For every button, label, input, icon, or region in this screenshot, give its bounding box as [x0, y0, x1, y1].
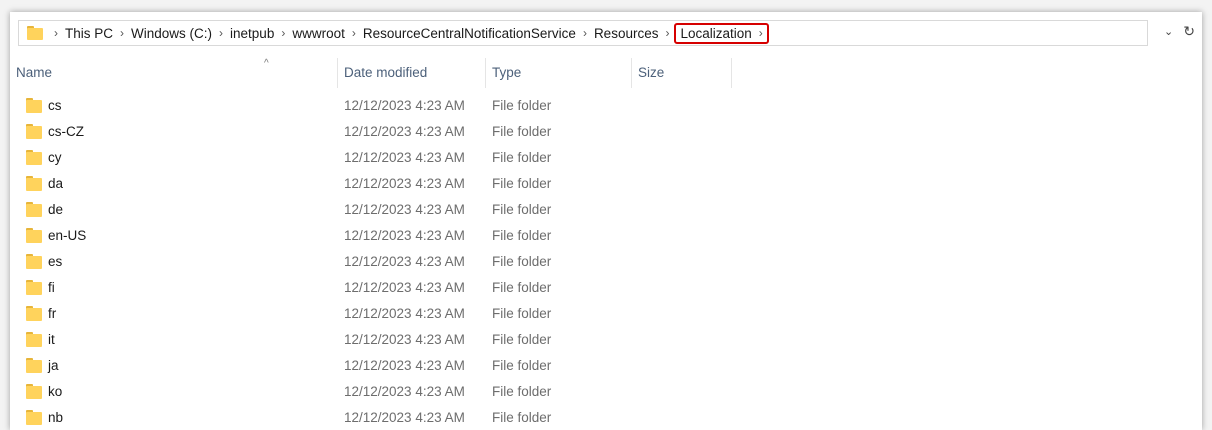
file-name: fi — [48, 280, 55, 295]
list-item[interactable]: cs-CZ 12/12/2023 4:23 AM File folder — [10, 119, 1202, 145]
file-date-modified: 12/12/2023 4:23 AM — [344, 176, 465, 191]
breadcrumb-separator-icon[interactable]: › — [352, 26, 356, 40]
folder-icon — [26, 124, 42, 139]
file-type: File folder — [492, 98, 552, 113]
list-item[interactable]: ko 12/12/2023 4:23 AM File folder — [10, 379, 1202, 405]
file-name: de — [48, 202, 64, 217]
file-date-modified: 12/12/2023 4:23 AM — [344, 384, 465, 399]
file-name: fr — [48, 306, 57, 321]
file-list: cs 12/12/2023 4:23 AM File folder cs-CZ 12/1… — [10, 93, 1202, 430]
file-type: File folder — [492, 280, 552, 295]
file-type: File folder — [492, 332, 552, 347]
file-type: File folder — [492, 124, 552, 139]
list-item[interactable]: en-US 12/12/2023 4:23 AM File folder — [10, 223, 1202, 249]
breadcrumb-separator-icon[interactable]: › — [54, 26, 58, 40]
file-type: File folder — [492, 202, 552, 217]
folder-icon — [26, 410, 42, 425]
list-item[interactable]: cs 12/12/2023 4:23 AM File folder — [10, 93, 1202, 119]
file-name: cs — [48, 98, 62, 113]
column-header: Name ^ Date modified Type Size — [10, 58, 1202, 88]
folder-icon — [26, 150, 42, 165]
file-date-modified: 12/12/2023 4:23 AM — [344, 332, 465, 347]
file-date-modified: 12/12/2023 4:23 AM — [344, 202, 465, 217]
refresh-icon[interactable]: ↻ — [1183, 23, 1195, 40]
folder-icon — [26, 254, 42, 269]
column-type[interactable]: Type — [486, 58, 632, 88]
breadcrumb-this-pc[interactable]: This PC — [65, 26, 113, 41]
list-item[interactable]: it 12/12/2023 4:23 AM File folder — [10, 327, 1202, 353]
list-item[interactable]: fr 12/12/2023 4:23 AM File folder — [10, 301, 1202, 327]
breadcrumb-separator-icon[interactable]: › — [120, 26, 124, 40]
breadcrumb-separator-icon[interactable]: › — [665, 26, 669, 40]
column-size[interactable]: Size — [632, 58, 732, 88]
folder-icon — [26, 176, 42, 191]
file-type: File folder — [492, 410, 552, 425]
file-name: nb — [48, 410, 64, 425]
breadcrumb-separator-icon[interactable]: › — [583, 26, 587, 40]
folder-icon — [26, 280, 42, 295]
sort-ascending-icon: ^ — [264, 58, 269, 69]
folder-icon — [26, 98, 42, 113]
file-name: ja — [48, 358, 59, 373]
list-item[interactable]: da 12/12/2023 4:23 AM File folder — [10, 171, 1202, 197]
file-name: cs-CZ — [48, 124, 84, 139]
file-type: File folder — [492, 228, 552, 243]
list-item[interactable]: es 12/12/2023 4:23 AM File folder — [10, 249, 1202, 275]
breadcrumb-inetpub[interactable]: inetpub — [230, 26, 274, 41]
folder-icon — [26, 306, 42, 321]
breadcrumb-separator-icon[interactable]: › — [759, 26, 763, 40]
column-name[interactable]: Name ^ — [10, 58, 338, 88]
file-name: en-US — [48, 228, 87, 243]
list-item[interactable]: ja 12/12/2023 4:23 AM File folder — [10, 353, 1202, 379]
file-type: File folder — [492, 306, 552, 321]
file-explorer-window: › This PC › Windows (C:) › inetpub › www… — [10, 12, 1202, 430]
file-type: File folder — [492, 254, 552, 269]
list-item[interactable]: de 12/12/2023 4:23 AM File folder — [10, 197, 1202, 223]
file-date-modified: 12/12/2023 4:23 AM — [344, 98, 465, 113]
list-item[interactable]: nb 12/12/2023 4:23 AM File folder — [10, 405, 1202, 430]
file-type: File folder — [492, 150, 552, 165]
breadcrumb-current-highlight[interactable]: Localization › — [674, 22, 769, 44]
file-type: File folder — [492, 358, 552, 373]
folder-icon — [26, 384, 42, 399]
file-name: es — [48, 254, 63, 269]
list-item[interactable]: cy 12/12/2023 4:23 AM File folder — [10, 145, 1202, 171]
chevron-down-icon[interactable]: ⌄ — [1164, 25, 1173, 38]
folder-icon — [26, 202, 42, 217]
list-item[interactable]: fi 12/12/2023 4:23 AM File folder — [10, 275, 1202, 301]
address-bar[interactable]: › This PC › Windows (C:) › inetpub › www… — [18, 20, 1195, 46]
folder-icon — [26, 358, 42, 373]
file-date-modified: 12/12/2023 4:23 AM — [344, 280, 465, 295]
breadcrumb-localization[interactable]: Localization — [680, 26, 751, 41]
file-name: it — [48, 332, 55, 347]
file-date-modified: 12/12/2023 4:23 AM — [344, 124, 465, 139]
breadcrumb-wwwroot[interactable]: wwwroot — [292, 26, 345, 41]
file-date-modified: 12/12/2023 4:23 AM — [344, 358, 465, 373]
file-name: ko — [48, 384, 63, 399]
file-date-modified: 12/12/2023 4:23 AM — [344, 254, 465, 269]
file-type: File folder — [492, 176, 552, 191]
file-name: cy — [48, 150, 62, 165]
column-date-modified[interactable]: Date modified — [338, 58, 486, 88]
file-date-modified: 12/12/2023 4:23 AM — [344, 410, 465, 425]
file-name: da — [48, 176, 64, 191]
file-date-modified: 12/12/2023 4:23 AM — [344, 150, 465, 165]
breadcrumb-separator-icon[interactable]: › — [281, 26, 285, 40]
file-type: File folder — [492, 384, 552, 399]
file-date-modified: 12/12/2023 4:23 AM — [344, 306, 465, 321]
breadcrumb-windows-c[interactable]: Windows (C:) — [131, 26, 212, 41]
breadcrumb-resourcecentral[interactable]: ResourceCentralNotificationService — [363, 26, 576, 41]
breadcrumb-resources[interactable]: Resources — [594, 26, 659, 41]
breadcrumb: › This PC › Windows (C:) › inetpub › www… — [47, 21, 769, 45]
folder-icon — [26, 228, 42, 243]
folder-icon — [27, 26, 43, 40]
file-date-modified: 12/12/2023 4:23 AM — [344, 228, 465, 243]
folder-icon — [26, 332, 42, 347]
breadcrumb-separator-icon[interactable]: › — [219, 26, 223, 40]
